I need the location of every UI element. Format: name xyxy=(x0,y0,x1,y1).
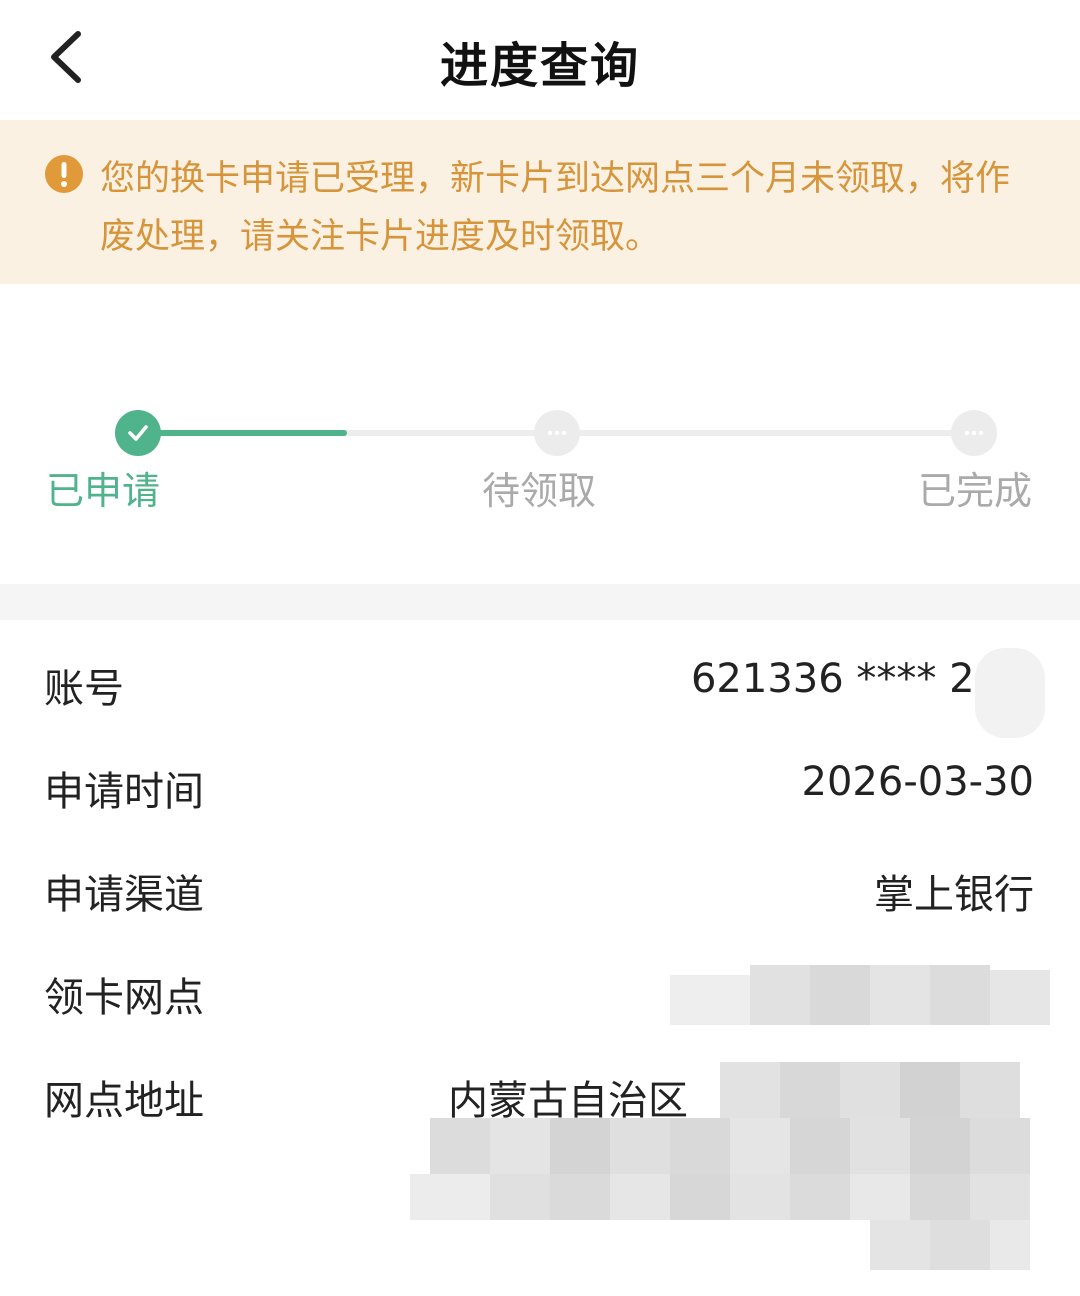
step-applied-label: 已申请 xyxy=(46,469,161,513)
redaction-blur xyxy=(975,648,1045,738)
step-applied-dot xyxy=(115,410,161,456)
detail-label: 网点地址 xyxy=(44,1078,204,1124)
detail-row-apply-channel: 申请渠道 掌上银行 xyxy=(0,842,1080,942)
step-complete-dot xyxy=(951,410,997,456)
detail-value: 2026-03-30 xyxy=(801,759,1034,805)
detail-label: 账号 xyxy=(44,666,124,712)
check-icon xyxy=(128,425,148,441)
redaction-mosaic xyxy=(410,1050,1060,1290)
header-bar: 进度查询 xyxy=(0,0,1080,118)
section-divider xyxy=(0,584,1080,620)
page-title: 进度查询 xyxy=(439,38,640,94)
step-pickup-label: 待领取 xyxy=(482,469,597,513)
step-complete-label: 已完成 xyxy=(918,469,1033,513)
detail-label: 领卡网点 xyxy=(44,975,204,1021)
ellipsis-icon xyxy=(547,430,567,436)
stepper-track-progress xyxy=(138,430,347,436)
redaction-mosaic xyxy=(670,965,1070,1035)
detail-label: 申请渠道 xyxy=(44,872,204,918)
ellipsis-icon xyxy=(964,430,984,436)
step-pickup-dot xyxy=(534,410,580,456)
detail-label: 申请时间 xyxy=(44,769,204,815)
progress-stepper: 已申请 待领取 已完成 xyxy=(0,380,1080,540)
detail-value: 621336 **** 21 xyxy=(690,656,1000,702)
detail-row-apply-time: 申请时间 2026-03-30 xyxy=(0,739,1080,839)
progress-query-page: 进度查询 您的换卡申请已受理，新卡片到达网点三个月未领取，将作废处理，请关注卡片… xyxy=(0,0,1080,1296)
detail-value: 掌上银行 xyxy=(874,872,1034,918)
exclamation-circle-icon xyxy=(44,154,84,194)
notice-text: 您的换卡申请已受理，新卡片到达网点三个月未领取，将作废处理，请关注卡片进度及时领… xyxy=(100,159,1011,257)
detail-row-account: 账号 621336 **** 21 xyxy=(0,636,1080,736)
